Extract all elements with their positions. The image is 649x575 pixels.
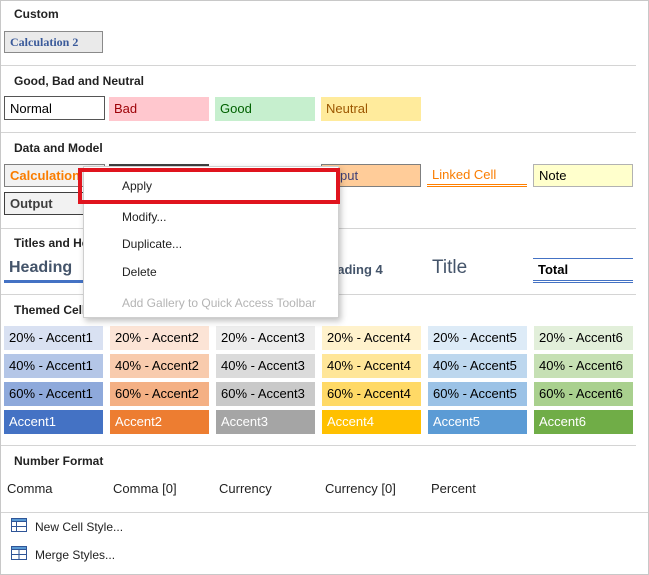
menu-item-duplicate-label: Duplicate... [122, 237, 183, 251]
style-40-accent6[interactable]: 40% - Accent6 [534, 354, 633, 378]
style-note[interactable]: Note [533, 164, 633, 187]
style-accent2[interactable]: Accent2 [110, 410, 209, 434]
style-comma[interactable]: Comma [2, 477, 102, 501]
new-style-icon [11, 517, 27, 538]
menu-item-modify-label: Modify... [122, 210, 167, 224]
style-accent4[interactable]: Accent4 [322, 410, 421, 434]
section-good-bad-heading: Good, Bad and Neutral [14, 74, 145, 88]
style-40-accent1[interactable]: 40% - Accent1 [4, 354, 103, 378]
style-accent1[interactable]: Accent1 [4, 410, 103, 434]
divider [1, 445, 636, 446]
menu-item-add-gallery-label: Add Gallery to Quick Access Toolbar [122, 296, 316, 310]
style-percent[interactable]: Percent [426, 477, 526, 501]
style-20-accent1[interactable]: 20% - Accent1 [4, 326, 103, 350]
menu-item-duplicate[interactable]: Duplicate... [84, 231, 338, 257]
style-20-accent2[interactable]: 20% - Accent2 [110, 326, 209, 350]
menu-item-delete-label: Delete [122, 265, 157, 279]
style-calculation-2[interactable]: Calculation 2 [4, 31, 103, 53]
style-20-accent6[interactable]: 20% - Accent6 [534, 326, 633, 350]
style-20-accent3[interactable]: 20% - Accent3 [216, 326, 315, 350]
style-good[interactable]: Good [215, 97, 315, 121]
divider [1, 65, 636, 66]
style-60-accent2[interactable]: 60% - Accent2 [110, 382, 209, 406]
style-60-accent4[interactable]: 60% - Accent4 [322, 382, 421, 406]
style-40-accent3[interactable]: 40% - Accent3 [216, 354, 315, 378]
style-accent6[interactable]: Accent6 [534, 410, 633, 434]
style-60-accent5[interactable]: 60% - Accent5 [428, 382, 527, 406]
style-normal[interactable]: Normal [4, 96, 105, 120]
style-60-accent3[interactable]: 60% - Accent3 [216, 382, 315, 406]
style-neutral[interactable]: Neutral [321, 97, 421, 121]
divider [1, 512, 648, 513]
section-data-model-heading: Data and Model [14, 141, 103, 155]
menu-item-add-gallery-qat[interactable]: Add Gallery to Quick Access Toolbar [84, 290, 338, 316]
style-title[interactable]: Title [427, 255, 527, 281]
section-number-heading: Number Format [14, 454, 104, 468]
new-cell-style-item[interactable]: New Cell Style... [11, 517, 123, 537]
style-40-accent5[interactable]: 40% - Accent5 [428, 354, 527, 378]
style-currency-0[interactable]: Currency [0] [320, 477, 420, 501]
style-currency[interactable]: Currency [214, 477, 314, 501]
section-themed-heading: Themed Cell [14, 303, 86, 317]
style-accent5[interactable]: Accent5 [428, 410, 527, 434]
merge-styles-item[interactable]: Merge Styles... [11, 545, 115, 565]
menu-item-delete[interactable]: Delete [84, 259, 338, 285]
section-custom-heading: Custom [14, 7, 59, 21]
new-cell-style-label: New Cell Style... [35, 520, 124, 534]
style-60-accent6[interactable]: 60% - Accent6 [534, 382, 633, 406]
merge-styles-icon [11, 545, 27, 566]
style-accent3[interactable]: Accent3 [216, 410, 315, 434]
style-bad[interactable]: Bad [109, 97, 209, 121]
style-comma-0[interactable]: Comma [0] [108, 477, 208, 501]
merge-styles-label: Merge Styles... [35, 548, 116, 562]
style-20-accent5[interactable]: 20% - Accent5 [428, 326, 527, 350]
section-titles-heading: Titles and He [14, 236, 89, 250]
style-40-accent4[interactable]: 40% - Accent4 [322, 354, 421, 378]
style-20-accent4[interactable]: 20% - Accent4 [322, 326, 421, 350]
style-60-accent1[interactable]: 60% - Accent1 [4, 382, 103, 406]
apply-highlight-box [78, 168, 340, 204]
cell-styles-gallery: Custom Calculation 2 Good, Bad and Neutr… [0, 0, 649, 575]
style-total[interactable]: Total [533, 258, 633, 283]
menu-item-modify[interactable]: Modify... [84, 204, 338, 230]
style-40-accent2[interactable]: 40% - Accent2 [110, 354, 209, 378]
divider [1, 132, 636, 133]
style-linked-cell[interactable]: Linked Cell [427, 164, 527, 187]
